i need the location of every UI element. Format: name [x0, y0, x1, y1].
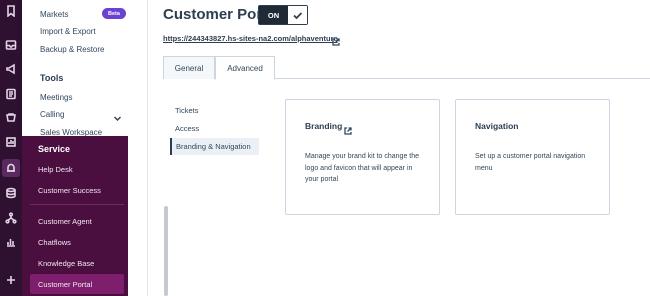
flyout-divider [30, 204, 124, 205]
card-title: Navigation [475, 121, 519, 131]
flyout-item-customer-success[interactable]: Customer Success [30, 180, 124, 200]
card-description: Set up a customer portal navigation menu [475, 153, 586, 172]
service-icon[interactable] [2, 159, 20, 177]
flyout-item-chatflows[interactable]: Chatflows [30, 232, 124, 252]
tab-advanced[interactable]: Advanced [215, 56, 275, 80]
inbox-icon[interactable] [4, 38, 18, 52]
tab-general[interactable]: General [163, 56, 215, 79]
bookmark-icon[interactable] [4, 4, 18, 18]
chevron-down-icon[interactable] [113, 110, 122, 122]
portal-on-toggle[interactable]: ON [258, 5, 308, 25]
subnav-item-tickets[interactable]: Tickets [170, 102, 259, 119]
toggle-on-label: ON [259, 6, 288, 24]
sidebar-item-calling[interactable]: Calling [40, 110, 64, 119]
card-description: Manage your brand kit to change the logo… [305, 153, 420, 183]
flyout-item-knowledge-base[interactable]: Knowledge Base [30, 253, 124, 273]
sidebar-item-import-export[interactable]: Import & Export [40, 27, 96, 36]
megaphone-icon[interactable] [4, 62, 18, 76]
external-link-icon[interactable] [332, 33, 340, 46]
commerce-icon[interactable] [4, 111, 18, 125]
database-icon[interactable] [4, 186, 18, 200]
flyout-item-customer-agent[interactable]: Customer Agent [30, 211, 124, 231]
card-title: Branding [305, 121, 343, 131]
contacts-icon[interactable] [4, 87, 18, 101]
sidebar-scrollbar[interactable] [164, 206, 168, 296]
flyout-item-customer-portal[interactable]: Customer Portal [30, 274, 124, 294]
global-nav-rail [0, 0, 22, 296]
analytics-icon[interactable] [4, 235, 18, 249]
portal-url-link[interactable]: https://244343827.hs-sites-na2.com/alpha… [163, 34, 338, 43]
flyout-title: Service [38, 144, 71, 154]
add-icon[interactable] [4, 273, 18, 287]
navigation-card[interactable]: Navigation Set up a customer portal navi… [455, 99, 610, 215]
sidebar-heading-tools: Tools [40, 73, 64, 83]
workflow-icon[interactable] [4, 211, 18, 225]
sidebar-item-meetings[interactable]: Meetings [40, 93, 72, 102]
reports-icon[interactable] [4, 135, 18, 149]
subnav-item-access[interactable]: Access [170, 120, 259, 137]
sidebar-item-backup-restore[interactable]: Backup & Restore [40, 45, 104, 54]
subnav-item-branding-navigation[interactable]: Branding & Navigation [170, 138, 259, 155]
service-flyout-menu: Service Help Desk Customer Success Custo… [22, 136, 128, 296]
sidebar-item-markets[interactable]: Markets [40, 10, 68, 19]
flyout-item-help-desk[interactable]: Help Desk [30, 159, 124, 179]
branding-card[interactable]: Branding Manage your brand kit to change… [285, 99, 440, 215]
app-root: Markets Beta Import & Export Backup & Re… [0, 0, 650, 296]
external-link-icon[interactable] [344, 122, 352, 135]
beta-badge: Beta [102, 8, 126, 19]
check-icon [288, 6, 307, 24]
